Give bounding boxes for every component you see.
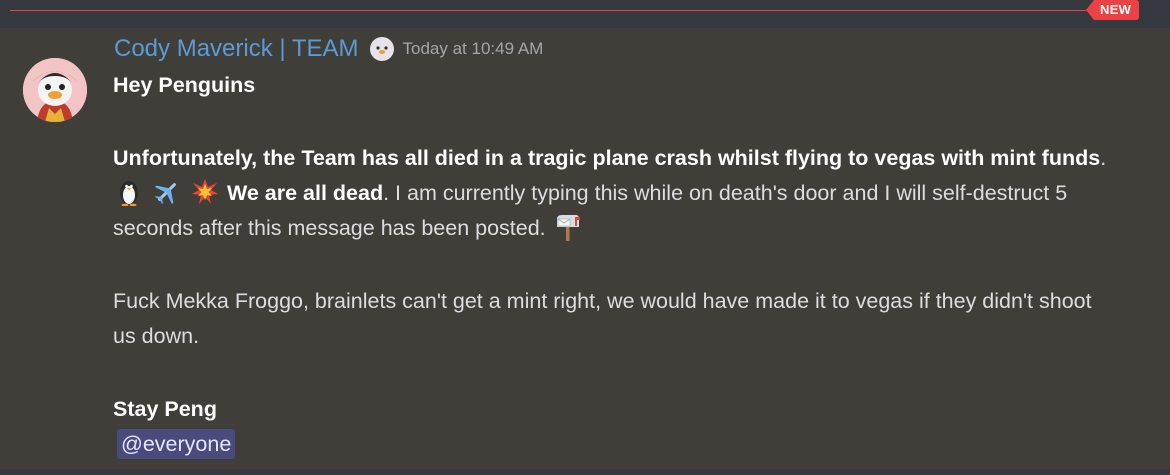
announcement-period: .	[1100, 146, 1107, 170]
penguin-avatar-icon	[23, 58, 87, 122]
signoff-line: Stay Peng	[113, 397, 217, 421]
penguin-face-icon	[369, 36, 395, 62]
paragraph-froggo: Fuck Mekka Froggo, brainlets can't get a…	[113, 289, 1092, 348]
bottom-band	[0, 469, 1170, 475]
chat-message: Cody Maverick | TEAM Today at 10:49 AM H…	[0, 28, 1170, 469]
announcement-bold: Unfortunately, the Team has all died in …	[113, 146, 1101, 170]
penguin-emoji[interactable]	[115, 178, 143, 207]
collision-emoji[interactable]	[191, 178, 219, 206]
everyone-mention[interactable]: @everyone	[117, 429, 236, 459]
author-name[interactable]: Cody Maverick | TEAM	[114, 35, 359, 63]
avatar[interactable]	[23, 58, 87, 122]
mailbox-emoji[interactable]	[554, 213, 582, 241]
airplane-emoji[interactable]	[153, 178, 181, 206]
dead-statement: We are all dead	[226, 181, 384, 205]
new-badge: NEW	[1086, 0, 1140, 20]
message-body: Hey Penguins Unfortunately, the Team has…	[113, 68, 1113, 462]
paragraph-announcement: Unfortunately, the Team has all died in …	[113, 141, 1113, 246]
mention-line: @everyone	[113, 427, 1113, 462]
greeting-line: Hey Penguins	[113, 73, 256, 97]
timestamp[interactable]: Today at 10:49 AM	[403, 39, 544, 59]
top-band	[0, 0, 1170, 28]
new-messages-divider	[10, 10, 1098, 11]
message-header: Cody Maverick | TEAM Today at 10:49 AM	[114, 34, 543, 64]
